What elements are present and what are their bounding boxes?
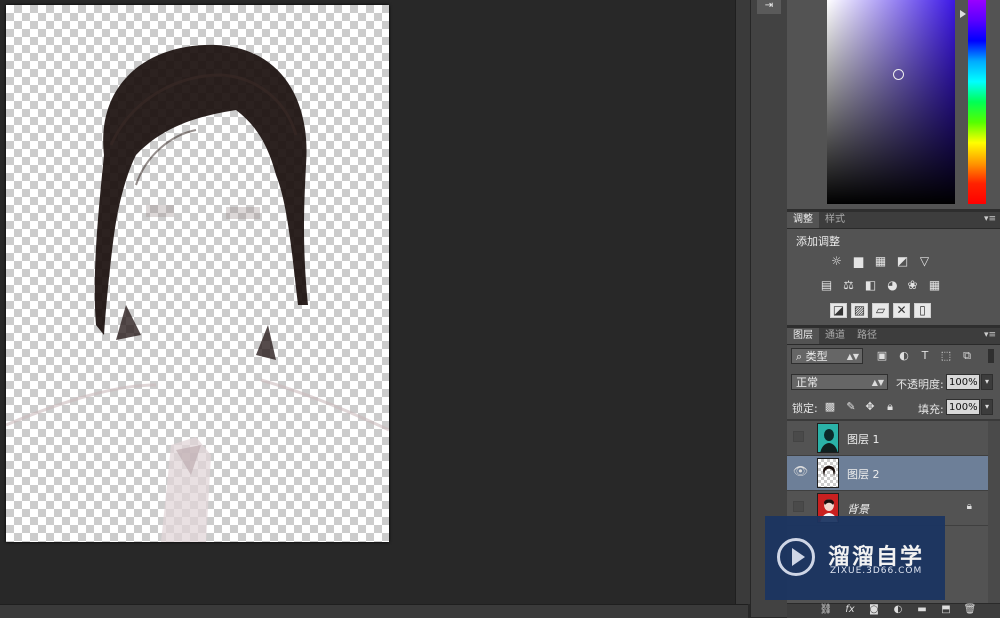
tab-styles[interactable]: 样式 bbox=[819, 212, 851, 228]
visibility-toggle-icon[interactable] bbox=[793, 501, 804, 512]
new-layer-icon[interactable]: ⬒ bbox=[939, 603, 953, 617]
opacity-label: 不透明度: bbox=[896, 378, 944, 391]
adjustment-filter-icon[interactable]: ◐ bbox=[897, 349, 911, 363]
tab-paths[interactable]: 路径 bbox=[851, 328, 883, 344]
fill-dropdown-icon[interactable]: ▾ bbox=[981, 399, 993, 415]
tab-layers[interactable]: 图层 bbox=[787, 328, 819, 344]
lock-label: 锁定: bbox=[792, 402, 818, 415]
color-saturation-field[interactable] bbox=[827, 0, 955, 204]
black-white-icon[interactable]: ◧ bbox=[863, 279, 878, 292]
layers-scrollbar[interactable] bbox=[988, 421, 1000, 603]
layer-filter-select[interactable]: ⌕ 类型 ▲▼ bbox=[791, 348, 863, 364]
canvas-vertical-scrollbar[interactable] bbox=[735, 0, 750, 604]
levels-icon[interactable]: ▆ bbox=[851, 255, 866, 268]
document-canvas[interactable] bbox=[6, 5, 389, 542]
layer-name[interactable]: 图层 2 bbox=[847, 466, 880, 482]
layer-row-layer1[interactable]: 图层 1 bbox=[787, 421, 988, 456]
layer-name[interactable]: 图层 1 bbox=[847, 431, 880, 447]
exposure-icon[interactable]: ◩ bbox=[895, 255, 910, 268]
tab-adjustments[interactable]: 调整 bbox=[787, 212, 819, 228]
blend-mode-select[interactable]: 正常 ▲▼ bbox=[791, 374, 888, 390]
gradient-map-icon[interactable]: ▯ bbox=[914, 303, 931, 318]
shape-filter-icon[interactable]: ⬚ bbox=[939, 349, 953, 363]
layers-tabbar: 图层 通道 路径 ▾≡ bbox=[787, 328, 1000, 345]
tab-channels[interactable]: 通道 bbox=[819, 328, 851, 344]
lock-all-icon[interactable]: 🔒︎ bbox=[883, 400, 897, 414]
fill-label: 填充: bbox=[918, 403, 944, 416]
canvas-horizontal-scrollbar[interactable] bbox=[0, 604, 748, 618]
opacity-dropdown-icon[interactable]: ▾ bbox=[981, 374, 993, 390]
layer-row-layer2[interactable]: 👁︎ 图层 2 bbox=[787, 456, 988, 491]
layer-filter-value: 类型 bbox=[805, 350, 828, 363]
layer-thumbnail bbox=[817, 458, 839, 488]
chevron-down-icon: ▲▼ bbox=[871, 378, 884, 387]
new-adjustment-layer-icon[interactable]: ◐ bbox=[891, 603, 905, 617]
posterize-icon[interactable]: ▨ bbox=[851, 303, 868, 318]
adjustments-tabbar: 调整 样式 ▾≡ bbox=[787, 212, 1000, 229]
trash-icon[interactable]: 🗑︎ bbox=[963, 603, 977, 617]
vibrance-icon[interactable]: ▽ bbox=[917, 255, 932, 268]
hue-slider-arrow-icon[interactable] bbox=[960, 10, 966, 18]
blend-mode-value: 正常 bbox=[796, 376, 818, 389]
pixel-filter-icon[interactable]: ▣ bbox=[875, 349, 889, 363]
visibility-toggle-icon[interactable] bbox=[793, 431, 804, 442]
type-filter-icon[interactable]: T bbox=[918, 349, 932, 363]
curves-icon[interactable]: ▦ bbox=[873, 255, 888, 268]
adjustments-title: 添加调整 bbox=[796, 235, 840, 248]
watermark-url: ZIXUE.3D66.COM bbox=[830, 566, 923, 576]
color-picker-cursor[interactable] bbox=[893, 69, 904, 80]
play-triangle-icon bbox=[792, 548, 805, 566]
lock-position-icon[interactable]: ✥ bbox=[863, 400, 877, 414]
lock-brush-icon[interactable]: ✎ bbox=[844, 400, 858, 414]
hue-slider[interactable] bbox=[968, 0, 986, 204]
filter-toggle-switch[interactable] bbox=[988, 349, 994, 363]
selective-color-icon[interactable]: ✕ bbox=[893, 303, 910, 318]
lock-transparency-icon[interactable]: ▩ bbox=[823, 400, 837, 414]
brightness-icon[interactable]: ☼ bbox=[829, 255, 844, 268]
color-lookup-icon[interactable]: ▦ bbox=[927, 279, 942, 292]
dock-expand-icon[interactable]: ⇥ bbox=[757, 0, 781, 14]
color-balance-icon[interactable]: ⚖ bbox=[841, 279, 856, 292]
invert-icon[interactable]: ◪ bbox=[830, 303, 847, 318]
layers-menu-icon[interactable]: ▾≡ bbox=[984, 330, 996, 340]
search-icon: ⌕ bbox=[796, 350, 803, 363]
channel-mixer-icon[interactable]: ❀ bbox=[905, 279, 920, 292]
panel-menu-icon[interactable]: ▾≡ bbox=[984, 214, 996, 224]
fill-field[interactable]: 100% bbox=[946, 399, 980, 415]
layer-name[interactable]: 背景 bbox=[847, 501, 869, 517]
add-mask-icon[interactable]: ◙ bbox=[867, 603, 881, 617]
opacity-field[interactable]: 100% bbox=[946, 374, 980, 390]
new-group-icon[interactable]: ▬ bbox=[915, 603, 929, 617]
hue-saturation-icon[interactable]: ▤ bbox=[819, 279, 834, 292]
threshold-icon[interactable]: ▱ bbox=[872, 303, 889, 318]
photo-filter-icon[interactable]: ◕ bbox=[885, 279, 900, 292]
fx-icon[interactable]: fx bbox=[843, 603, 857, 617]
portrait-image bbox=[6, 44, 389, 542]
eye-icon[interactable]: 👁︎ bbox=[793, 465, 808, 477]
layer-thumbnail bbox=[817, 423, 839, 453]
link-layers-icon[interactable]: ⛓ bbox=[819, 603, 833, 617]
smart-object-filter-icon[interactable]: ⧉ bbox=[960, 349, 974, 363]
chevron-down-icon: ▲▼ bbox=[846, 352, 859, 361]
lock-icon: 🔒︎ bbox=[966, 501, 972, 512]
